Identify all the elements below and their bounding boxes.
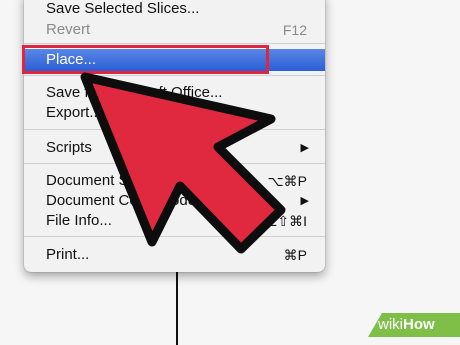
- menu-item-document-color-mode[interactable]: Document Color Mode ▶: [24, 190, 325, 212]
- menu-separator: [24, 43, 325, 44]
- menu-separator: [24, 236, 325, 237]
- menu-item-label: Save for Microsoft Office...: [46, 84, 223, 101]
- menu-item-label: Export...: [46, 104, 102, 121]
- menu-item-label: Scripts: [46, 139, 92, 156]
- menu-item-shortcut: ⌥⇧⌘I: [261, 213, 307, 229]
- place-highlight-box: [22, 45, 269, 74]
- menu-item-shortcut: ⌘P: [283, 247, 307, 263]
- menu-item-export[interactable]: Export...: [24, 102, 325, 124]
- menu-item-save-selected-slices[interactable]: Save Selected Slices...: [24, 0, 325, 20]
- menu-item-label: Document Color Mode: [46, 192, 197, 209]
- menu-item-document-setup[interactable]: Document Setup... ⌥⌘P: [24, 170, 325, 192]
- menu-item-label: Save Selected Slices...: [46, 0, 200, 17]
- menu-separator: [24, 163, 325, 164]
- file-menu: Save Selected Slices... Revert F12 Place…: [24, 0, 325, 272]
- watermark-prefix: wiki: [378, 316, 403, 333]
- menu-item-revert: Revert F12: [24, 19, 325, 41]
- menu-item-label: Print...: [46, 246, 90, 263]
- menu-separator: [24, 129, 325, 130]
- menu-item-label: File Info...: [46, 212, 112, 229]
- menu-item-save-for-office[interactable]: Save for Microsoft Office...: [24, 82, 325, 104]
- menu-item-scripts[interactable]: Scripts ▶: [24, 137, 325, 159]
- submenu-arrow-icon: ▶: [300, 195, 309, 207]
- submenu-arrow-icon: ▶: [300, 142, 309, 154]
- menu-item-file-info[interactable]: File Info... ⌥⇧⌘I: [24, 210, 325, 232]
- menu-separator: [24, 75, 325, 76]
- menu-item-shortcut: F12: [282, 22, 307, 38]
- wikihow-watermark: wikiHow: [368, 313, 460, 337]
- menu-item-label: Document Setup...: [46, 172, 171, 189]
- menu-item-label: Revert: [46, 21, 91, 38]
- menu-item-shortcut: ⌥⌘P: [267, 173, 307, 189]
- watermark-brand: How: [403, 316, 435, 333]
- menu-item-print[interactable]: Print... ⌘P: [24, 244, 325, 266]
